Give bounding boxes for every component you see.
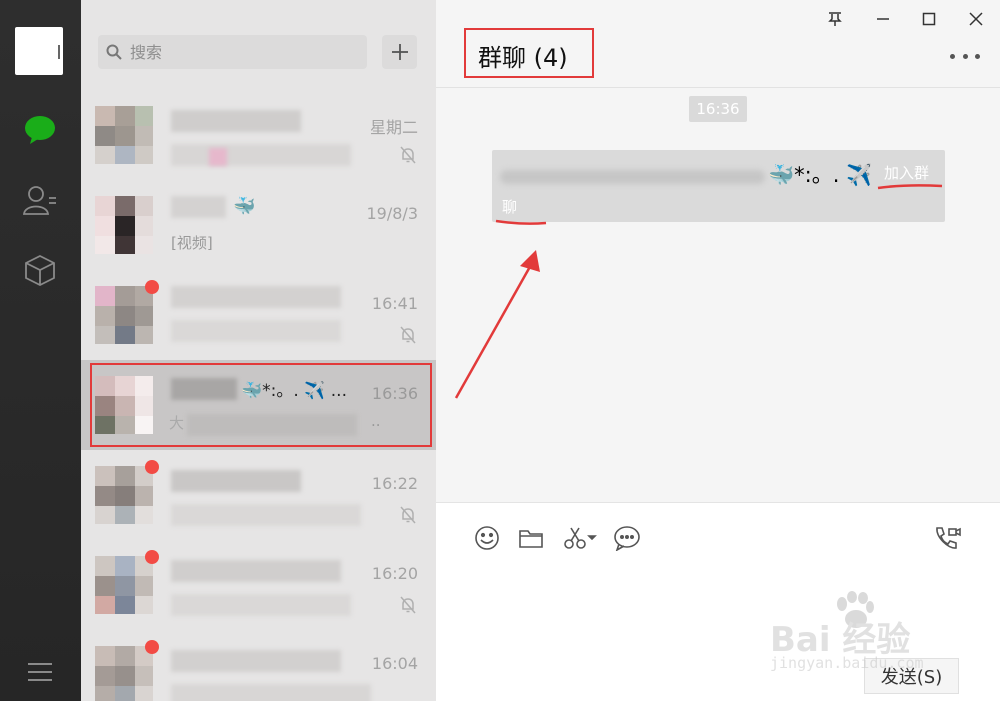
search-input[interactable] [130,39,350,65]
chat-list-item[interactable]: 16:22 [81,450,436,540]
contact-avatar [95,106,153,164]
menu-icon[interactable] [20,652,60,692]
message-preview: [视频] [171,234,213,252]
message-timestamp: 16:36 [689,96,747,122]
unread-badge [145,460,159,474]
chat-list-item[interactable]: 16:41 [81,270,436,360]
chat-icon[interactable] [20,110,60,150]
chat-time: 19/8/3 [366,204,419,223]
chat-window: 群聊 (4) 16:36 🐳*:。. ✈️ 加入群 聊 发送(S) [436,0,1000,701]
more-options-button[interactable] [950,46,980,66]
annotation-underline [877,184,943,190]
annotation-arrow [454,250,540,399]
close-icon[interactable] [963,6,989,32]
contact-avatar [95,196,153,254]
chat-list-panel: 星期二 🐳 19/8/3 [视频] 16:41 [81,0,436,701]
mute-icon [400,596,416,618]
unread-badge [145,280,159,294]
contact-avatar [95,646,153,701]
navigation-rail [0,0,81,701]
unread-badge [145,640,159,654]
message-preview: 大 [169,414,185,432]
send-button[interactable]: 发送(S) [864,658,959,694]
chat-name: 🐳*:。. ✈️ ... [241,381,347,401]
chat-time: 星期二 [369,118,418,137]
search-icon [106,44,122,64]
contact-avatar [95,466,153,524]
scissors-icon[interactable] [560,523,600,553]
message-preview-end: .. [371,412,381,430]
chat-list-item[interactable]: 星期二 [81,90,436,180]
chat-title[interactable]: 群聊 (4) [478,38,568,73]
collection-icon[interactable] [20,250,60,290]
unread-badge [145,550,159,564]
start-group-chat-button[interactable] [382,35,417,69]
maximize-icon[interactable] [916,6,942,32]
folder-icon[interactable] [516,523,546,553]
whale-emoji: 🐳 [233,196,256,217]
chat-history-icon[interactable] [612,523,642,553]
chat-time: 16:36 [371,384,418,403]
contact-avatar [95,286,153,344]
annotation-underline [495,219,547,225]
video-call-icon[interactable] [932,523,962,553]
user-avatar[interactable] [15,27,63,75]
mute-icon [400,506,416,528]
chat-time: 16:41 [371,294,418,313]
contacts-icon[interactable] [20,180,60,220]
emoji-icon[interactable] [472,523,502,553]
message-input-area[interactable]: 发送(S) [436,502,1000,701]
minimize-icon[interactable] [870,6,896,32]
contact-avatar [95,556,153,614]
pin-icon[interactable] [822,6,848,32]
chat-time: 16:22 [371,474,418,493]
mute-icon [400,326,416,348]
system-message-emoji: 🐳*:。. ✈️ [768,163,873,187]
chat-list-item[interactable]: 16:20 [81,540,436,630]
system-message-text: 加入群 [884,164,930,182]
search-box [98,35,367,69]
chat-list-item-active[interactable]: 🐳*:。. ✈️ ... 16:36 大 .. [81,360,436,450]
chat-time: 16:04 [371,654,418,673]
chat-time: 16:20 [371,564,418,583]
mute-icon [400,146,416,168]
system-message-text-cont: 聊 [502,198,518,216]
chat-list-item[interactable]: 🐳 19/8/3 [视频] [81,180,436,270]
annotation-box: 群聊 (4) [464,28,594,78]
chat-header: 群聊 (4) [436,0,1000,88]
group-avatar [95,376,153,434]
chat-list-item[interactable]: 16:04 [81,630,436,701]
